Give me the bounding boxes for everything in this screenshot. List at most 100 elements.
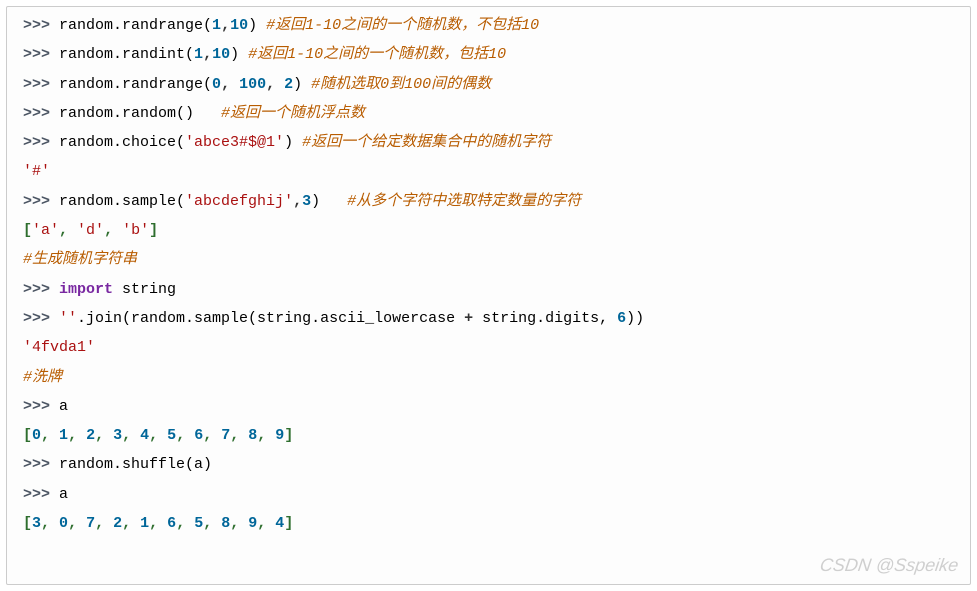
code-text: a <box>59 486 68 503</box>
code-line: >>> random.randrange(0, 100, 2) #随机选取0到1… <box>23 70 954 99</box>
code-line: >>> a <box>23 480 954 509</box>
number-literal: 3 <box>302 193 311 210</box>
code-line: >>> random.shuffle(a) <box>23 450 954 479</box>
output-sep: , <box>203 515 221 532</box>
python-prompt: >>> <box>23 76 59 93</box>
comment: #随机选取0到100间的偶数 <box>311 76 491 93</box>
output-sep: , <box>122 515 140 532</box>
code-text: ) <box>284 134 302 151</box>
code-text: random.randrange( <box>59 17 212 34</box>
number-literal: 8 <box>248 427 257 444</box>
code-text: random.sample( <box>59 193 185 210</box>
number-literal: 0 <box>59 515 68 532</box>
code-text: ) <box>293 76 311 93</box>
python-prompt: >>> <box>23 17 59 34</box>
number-literal: 2 <box>86 427 95 444</box>
number-literal: 3 <box>113 427 122 444</box>
comment-line: #生成随机字符串 <box>23 245 954 274</box>
output-sep: , <box>68 427 86 444</box>
number-literal: 2 <box>284 76 293 93</box>
number-literal: 100 <box>239 76 266 93</box>
output-sep: , <box>41 515 59 532</box>
comma: , <box>221 76 239 93</box>
code-text: a <box>59 398 68 415</box>
number-literal: 0 <box>212 76 221 93</box>
code-line: >>> random.randint(1,10) #返回1-10之间的一个随机数… <box>23 40 954 69</box>
python-prompt: >>> <box>23 193 59 210</box>
code-text: random.randint( <box>59 46 194 63</box>
output-bracket: ] <box>149 222 158 239</box>
number-literal: 1 <box>194 46 203 63</box>
comment-line: #洗牌 <box>23 363 954 392</box>
number-literal: 1 <box>212 17 221 34</box>
output-bracket: ] <box>284 515 293 532</box>
python-prompt: >>> <box>23 310 59 327</box>
code-text: ) <box>311 193 347 210</box>
number-literal: 5 <box>194 515 203 532</box>
output-sep: , <box>41 427 59 444</box>
output-sep: , <box>149 515 167 532</box>
string-literal: '' <box>59 310 77 327</box>
comment: #返回1-10之间的一个随机数，包括10 <box>248 46 506 63</box>
output-bracket: [ <box>23 427 32 444</box>
string-literal: 'abce3#$@1' <box>185 134 284 151</box>
output-string: 'd' <box>77 222 104 239</box>
comment: #从多个字符中选取特定数量的字符 <box>347 193 581 210</box>
number-literal: 10 <box>230 17 248 34</box>
code-line: >>> random.random() #返回一个随机浮点数 <box>23 99 954 128</box>
python-prompt: >>> <box>23 398 59 415</box>
code-text: random.choice( <box>59 134 185 151</box>
number-literal: 4 <box>275 515 284 532</box>
comma: , <box>266 76 284 93</box>
output-line: ['a', 'd', 'b'] <box>23 216 954 245</box>
code-text: random.randrange( <box>59 76 212 93</box>
output-sep: , <box>68 515 86 532</box>
output-bracket: [ <box>23 515 32 532</box>
number-literal: 6 <box>167 515 176 532</box>
output-sep: , <box>257 427 275 444</box>
python-prompt: >>> <box>23 486 59 503</box>
output-string: '#' <box>23 163 50 180</box>
code-text: random.shuffle(a) <box>59 456 212 473</box>
output-sep: , <box>203 427 221 444</box>
comment: #洗牌 <box>23 369 62 386</box>
number-literal: 1 <box>140 515 149 532</box>
watermark: CSDN @Sspeike <box>818 551 960 580</box>
number-literal: 8 <box>221 515 230 532</box>
number-literal: 9 <box>275 427 284 444</box>
number-literal: 4 <box>140 427 149 444</box>
output-sep: , <box>176 515 194 532</box>
number-literal: 7 <box>86 515 95 532</box>
output-sep: , <box>95 515 113 532</box>
code-text: )) <box>626 310 644 327</box>
code-text: random.random() <box>59 105 221 122</box>
comment: #返回1-10之间的一个随机数，不包括10 <box>266 17 539 34</box>
comment: #生成随机字符串 <box>23 251 137 268</box>
code-text: ) <box>230 46 248 63</box>
code-block: >>> random.randrange(1,10) #返回1-10之间的一个随… <box>6 6 971 585</box>
code-text: string <box>113 281 176 298</box>
number-literal: 6 <box>194 427 203 444</box>
output-sep: , <box>257 515 275 532</box>
number-literal: 1 <box>59 427 68 444</box>
output-line: [0, 1, 2, 3, 4, 5, 6, 7, 8, 9] <box>23 421 954 450</box>
output-sep: , <box>230 427 248 444</box>
number-literal: 10 <box>212 46 230 63</box>
keyword-import: import <box>59 281 113 298</box>
code-line: >>> a <box>23 392 954 421</box>
code-text: .join(random.sample(string.ascii_lowerca… <box>77 310 464 327</box>
output-sep: , <box>230 515 248 532</box>
comment: #返回一个给定数据集合中的随机字符 <box>302 134 551 151</box>
output-sep: , <box>149 427 167 444</box>
code-line: >>> random.choice('abce3#$@1') #返回一个给定数据… <box>23 128 954 157</box>
code-line: >>> random.randrange(1,10) #返回1-10之间的一个随… <box>23 11 954 40</box>
output-line: '#' <box>23 157 954 186</box>
python-prompt: >>> <box>23 46 59 63</box>
python-prompt: >>> <box>23 134 59 151</box>
number-literal: 9 <box>248 515 257 532</box>
comma: , <box>221 17 230 34</box>
python-prompt: >>> <box>23 456 59 473</box>
string-literal: 'abcdefghij' <box>185 193 293 210</box>
number-literal: 5 <box>167 427 176 444</box>
output-bracket: [ <box>23 222 32 239</box>
